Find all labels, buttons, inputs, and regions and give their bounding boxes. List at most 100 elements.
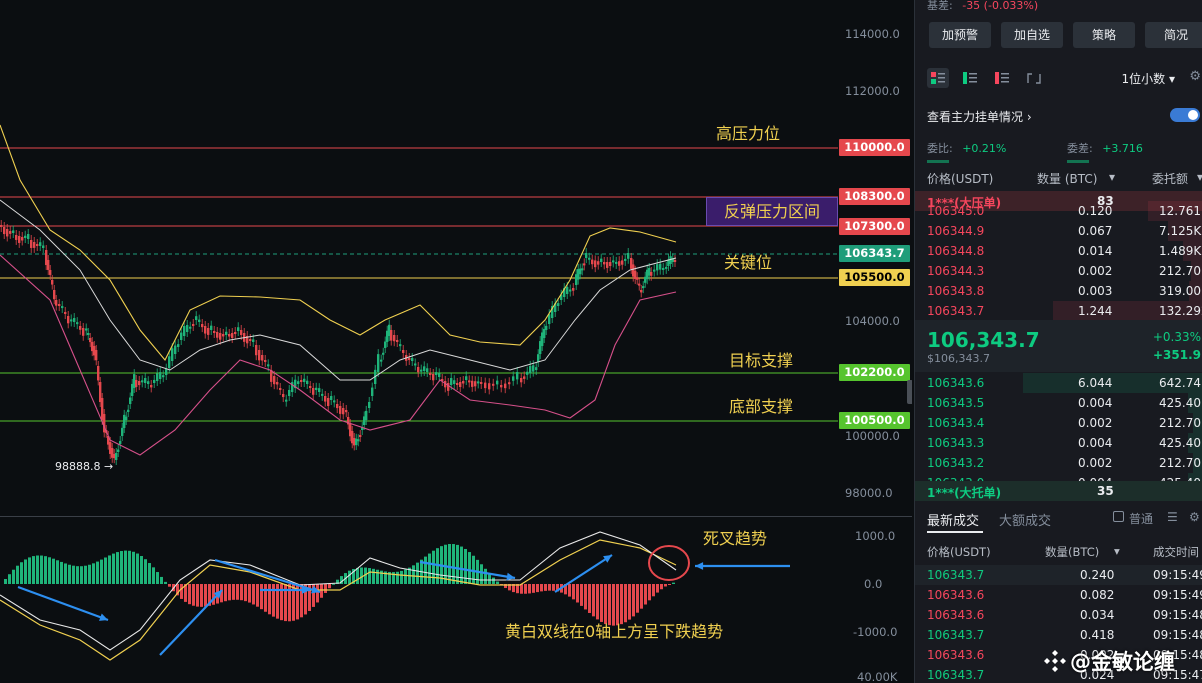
macd-histogram-bar (228, 584, 231, 601)
filter-icon[interactable]: ☰ (1167, 510, 1178, 524)
candle-body (512, 376, 515, 381)
candle-body (297, 381, 300, 384)
bid-price: 106343.6 (927, 376, 985, 390)
candle-body (526, 371, 529, 375)
book-both-icon[interactable] (927, 68, 949, 88)
panel-resize-handle[interactable] (907, 380, 912, 404)
gear-icon[interactable]: ⚙ (1189, 69, 1201, 84)
macd-histogram-bar (348, 570, 351, 584)
bid-total: 425.40 (1159, 396, 1201, 410)
candle-body (267, 364, 270, 367)
main-order-link[interactable]: 查看主力挂单情况 › (927, 108, 1032, 125)
sort-icon[interactable]: ▾ (1109, 170, 1115, 184)
book-asks-icon[interactable] (991, 68, 1013, 88)
candle-body (309, 386, 312, 388)
candle-body (650, 272, 653, 276)
candle-body (508, 382, 511, 385)
main-order-toggle[interactable] (1170, 108, 1200, 122)
trade-price: 106343.6 (927, 588, 985, 602)
ask-total: 1.489K (1159, 244, 1202, 258)
ask-row[interactable]: 106344.3 0.002 212.70 (915, 261, 1202, 281)
candle-body (333, 400, 336, 403)
macd-histogram-bar (116, 552, 119, 584)
macd-histogram-bar (20, 562, 23, 584)
macd-histogram-bar (636, 584, 639, 613)
bid-row[interactable]: 106343.4 0.002 212.70 (915, 413, 1202, 433)
candle-body (125, 416, 128, 420)
trade-header-qty[interactable]: 数量(BTC) (1045, 544, 1099, 560)
bid-ratio: 委比: +0.21% (927, 140, 1006, 156)
price-tag-110000: 110000.0 (839, 139, 910, 156)
big-bid-row[interactable]: 1***(大托单) 35 (915, 481, 1202, 501)
candle-body (153, 379, 156, 383)
strategy-button[interactable]: 策略 (1073, 22, 1135, 48)
candle-body (465, 376, 468, 380)
ask-qty: 1.244 (1078, 304, 1113, 318)
price-change-value: +351.9 (1152, 348, 1201, 362)
candle-body (594, 260, 597, 268)
candle-body (435, 372, 438, 375)
label-target-support: 目标支撑 (729, 351, 794, 370)
ask-row[interactable]: 106344.9 0.067 7.125K (915, 221, 1202, 241)
normal-checkbox[interactable] (1113, 511, 1124, 522)
candle-body (162, 375, 165, 378)
candle-body (159, 372, 162, 379)
ask-row[interactable]: 106345.0 0.120 12.761K (915, 201, 1202, 221)
chart-canvas[interactable] (0, 0, 912, 683)
bid-row[interactable]: 106343.5 0.004 425.40 (915, 393, 1202, 413)
candle-body (249, 339, 252, 341)
pane-separator[interactable] (0, 516, 912, 517)
add-alert-button[interactable]: 加预警 (929, 22, 991, 48)
candle-body (480, 382, 483, 384)
trade-header-price: 价格(USDT) (927, 545, 991, 559)
sort-icon[interactable]: ▾ (1114, 544, 1120, 558)
header-qty[interactable]: 数量 (BTC) (1037, 170, 1097, 187)
candle-body (231, 333, 234, 338)
candle-body (27, 234, 30, 239)
candle-body (300, 380, 303, 382)
candle-body (156, 373, 159, 381)
trade-header-time: 成交时间 (1153, 545, 1199, 559)
book-bids-icon[interactable] (959, 68, 981, 88)
candle-body (462, 381, 465, 384)
macd-histogram-bar (104, 557, 107, 584)
macd-histogram-bar (492, 577, 495, 584)
candle-body (377, 354, 380, 372)
candle-body (288, 389, 291, 396)
add-favorite-button[interactable]: 加自选 (1001, 22, 1063, 48)
bid-row[interactable]: 106343.2 0.002 212.70 (915, 453, 1202, 473)
ask-total: 319.00 (1159, 284, 1201, 298)
kline-chart[interactable]: 114000.0 112000.0 104000.0 100000.0 9800… (0, 0, 912, 683)
candle-body (535, 367, 538, 370)
candle-body (117, 449, 120, 452)
tab-large-trades[interactable]: 大额成交 (999, 510, 1051, 529)
candle-body (67, 316, 70, 324)
bid-total: 642.741K (1159, 376, 1202, 390)
candle-body (606, 262, 609, 268)
book-depth-icon[interactable] (1023, 68, 1045, 88)
tab-latest-trades[interactable]: 最新成交 (927, 510, 979, 529)
candle-body (144, 378, 147, 383)
candle-body (420, 369, 423, 372)
gear-icon[interactable]: ⚙ (1189, 510, 1200, 524)
bid-row[interactable]: 106343.6 6.044 642.741K (915, 373, 1202, 393)
bid-row[interactable]: 106343.3 0.004 425.40 (915, 433, 1202, 453)
basis-label: 基差: (927, 0, 953, 12)
ask-row[interactable]: 106343.8 0.003 319.00 (915, 281, 1202, 301)
candle-body (147, 381, 150, 384)
candle-body (273, 376, 276, 385)
candle-body (621, 260, 624, 265)
precision-select[interactable]: 1位小数 ▾ (1122, 70, 1176, 87)
ask-row[interactable]: 106344.8 0.014 1.489K (915, 241, 1202, 261)
precision-value: 1位小数 (1121, 72, 1166, 86)
chevron-down-icon[interactable]: ▾ (1197, 170, 1202, 184)
ask-row[interactable]: 106343.7 1.244 132.292K (915, 301, 1202, 321)
candle-body (618, 261, 621, 266)
header-total[interactable]: 委托额 (1152, 170, 1188, 187)
candle-body (653, 269, 656, 272)
overview-button[interactable]: 简况 (1145, 22, 1202, 48)
macd-histogram-bar (168, 584, 171, 587)
candle-body (569, 289, 572, 292)
candle-body (138, 381, 141, 386)
big-bid-value: 35 (1097, 484, 1114, 498)
